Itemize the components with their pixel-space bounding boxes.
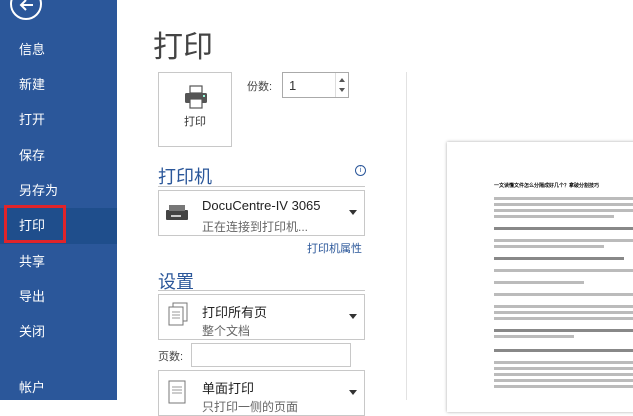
preview-text-line xyxy=(494,281,584,284)
nav-item-new[interactable]: 新建 xyxy=(0,67,117,103)
copies-label: 份数: xyxy=(247,81,273,93)
preview-text-line xyxy=(494,349,633,352)
nav-item-close[interactable]: 关闭 xyxy=(0,314,117,350)
pages-label: 页数: xyxy=(158,351,184,363)
preview-text-line xyxy=(494,367,633,370)
spinner-down-icon[interactable] xyxy=(339,88,345,92)
chevron-down-icon xyxy=(349,314,357,319)
nav-item-share[interactable]: 共享 xyxy=(0,244,117,280)
chevron-down-icon xyxy=(349,210,357,215)
preview-text-line xyxy=(494,197,633,200)
preview-text-line xyxy=(494,385,633,388)
printer-name: DocuCentre-IV 3065 xyxy=(202,198,321,213)
preview-text-line xyxy=(494,245,604,248)
back-button[interactable] xyxy=(10,0,42,20)
preview-text-line xyxy=(494,317,633,320)
print-button-label: 打印 xyxy=(184,116,206,128)
print-range-dropdown[interactable]: 打印所有页 整个文档 xyxy=(158,294,365,340)
nav-item-open[interactable]: 打开 xyxy=(0,102,117,138)
preview-text-line xyxy=(494,311,633,314)
single-side-icon xyxy=(168,380,186,404)
chevron-down-icon xyxy=(349,390,357,395)
preview-text-line xyxy=(494,335,574,338)
pages-icon xyxy=(168,302,188,326)
printer-properties-link[interactable]: 打印机属性 xyxy=(307,240,362,256)
printer-section-divider xyxy=(158,186,365,187)
printer-icon xyxy=(185,85,207,109)
nav-item-save[interactable]: 保存 xyxy=(0,138,117,174)
preview-page: 一文读懂文件怎么分隔成好几个？拿破分割技巧 xyxy=(447,142,633,412)
print-sides-main: 单面打印 xyxy=(202,381,255,396)
nav-item-save-as[interactable]: 另存为 xyxy=(0,173,117,209)
backstage-sidebar: 信息 新建 打开 保存 另存为 打印 共享 导出 关闭 帐户 xyxy=(0,0,117,400)
copies-spinner[interactable] xyxy=(335,73,348,97)
preview-text-line xyxy=(494,361,633,364)
preview-text-line xyxy=(494,257,624,260)
print-button[interactable]: 打印 xyxy=(158,72,232,147)
preview-text-line xyxy=(494,239,633,242)
preview-text-line xyxy=(494,209,633,212)
preview-text-line xyxy=(494,379,633,382)
print-range-main: 打印所有页 xyxy=(202,305,268,320)
annotation-highlight-box xyxy=(4,205,66,243)
preview-doc-title: 一文读懂文件怎么分隔成好几个？拿破分割技巧 xyxy=(494,183,600,189)
preview-text-line xyxy=(494,227,633,230)
page-title: 打印 xyxy=(153,31,213,64)
pages-input[interactable] xyxy=(191,343,351,367)
nav-item-info[interactable]: 信息 xyxy=(0,32,117,68)
preview-text-line xyxy=(494,373,633,376)
printer-dropdown[interactable]: DocuCentre-IV 3065 正在连接到打印机... xyxy=(158,190,365,236)
nav-item-export[interactable]: 导出 xyxy=(0,279,117,315)
print-sides-sub: 只打印一侧的页面 xyxy=(202,400,299,414)
info-icon[interactable]: i xyxy=(355,165,366,176)
printer-device-icon xyxy=(166,205,188,220)
printer-status: 正在连接到打印机... xyxy=(202,220,309,234)
print-sides-dropdown[interactable]: 单面打印 只打印一侧的页面 xyxy=(158,370,365,416)
print-range-sub: 整个文档 xyxy=(202,324,251,338)
nav-item-account[interactable]: 帐户 xyxy=(0,370,117,406)
preview-text-line xyxy=(494,329,633,332)
copies-input[interactable]: 1 xyxy=(282,72,349,98)
preview-text-line xyxy=(494,215,614,218)
copies-value: 1 xyxy=(289,78,297,93)
settings-section-divider xyxy=(158,290,365,291)
spinner-up-icon[interactable] xyxy=(339,78,345,82)
back-arrow-icon xyxy=(19,0,33,11)
preview-text-line xyxy=(494,305,633,308)
preview-text-line xyxy=(494,293,633,296)
preview-text-line xyxy=(494,203,633,206)
preview-text-line xyxy=(494,269,633,272)
